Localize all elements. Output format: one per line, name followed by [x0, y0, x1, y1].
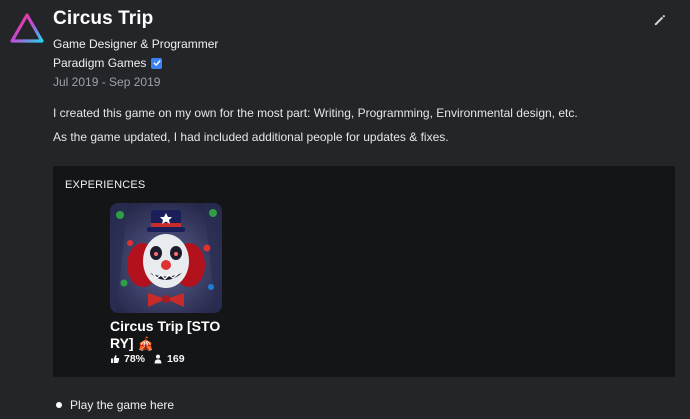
- verified-check-icon: [151, 57, 163, 69]
- play-game-link-text: Play the game here: [70, 398, 175, 412]
- edit-button[interactable]: [650, 11, 668, 29]
- experience-title: Circus Trip: [53, 8, 154, 29]
- experience-card-title-text: Circus Trip [STORY]: [110, 318, 221, 351]
- description-paragraph-2: As the game updated, I had included addi…: [53, 130, 449, 144]
- play-game-link[interactable]: Play the game here: [56, 398, 174, 412]
- experiences-heading: EXPERIENCES: [65, 179, 146, 191]
- experience-card[interactable]: Circus Trip [STORY] 🎪 78% 169: [110, 203, 225, 365]
- experience-card-title[interactable]: Circus Trip [STORY] 🎪: [110, 318, 222, 352]
- thumbs-up-icon: [111, 355, 120, 363]
- company-row: Paradigm Games: [53, 56, 163, 70]
- game-thumbnail[interactable]: [110, 203, 222, 313]
- bullet-dot-icon: [56, 402, 62, 408]
- role-text: Game Designer & Programmer: [53, 37, 219, 51]
- pencil-icon: [654, 14, 665, 25]
- like-ratio: 78%: [124, 353, 146, 365]
- experience-entry: Circus Trip Game Designer & Programmer P…: [0, 0, 690, 419]
- circus-tent-emoji: 🎪: [137, 336, 154, 351]
- company-name[interactable]: Paradigm Games: [53, 56, 146, 70]
- player-count: 169: [167, 353, 185, 365]
- triangle-logo-icon: [10, 13, 44, 43]
- experience-stats: 78% 169: [110, 353, 225, 365]
- date-range: Jul 2019 - Sep 2019: [53, 75, 161, 89]
- players-icon: [154, 354, 162, 364]
- experiences-panel: EXPERIENCES Circus Trip [STORY] 🎪 78% 16…: [53, 166, 675, 377]
- description-paragraph-1: I created this game on my own for the mo…: [53, 106, 578, 120]
